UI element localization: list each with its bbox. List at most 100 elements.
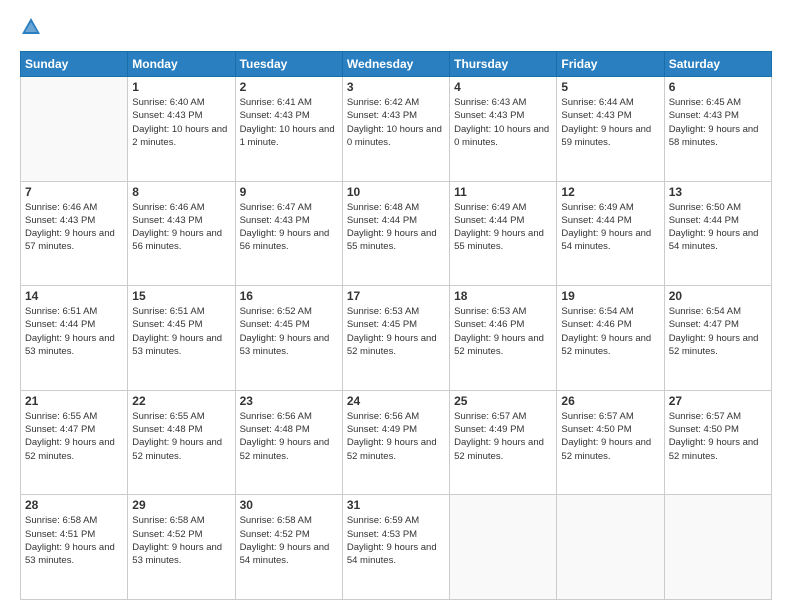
- day-info: Sunrise: 6:48 AMSunset: 4:44 PMDaylight:…: [347, 201, 445, 254]
- calendar-cell: 28 Sunrise: 6:58 AMSunset: 4:51 PMDayligh…: [21, 495, 128, 600]
- calendar-cell: 12 Sunrise: 6:49 AMSunset: 4:44 PMDayligh…: [557, 181, 664, 286]
- day-info: Sunrise: 6:51 AMSunset: 4:45 PMDaylight:…: [132, 305, 230, 358]
- day-number: 11: [454, 185, 552, 199]
- calendar-cell: 14 Sunrise: 6:51 AMSunset: 4:44 PMDayligh…: [21, 286, 128, 391]
- logo: [20, 16, 46, 43]
- day-info: Sunrise: 6:52 AMSunset: 4:45 PMDaylight:…: [240, 305, 338, 358]
- day-info: Sunrise: 6:46 AMSunset: 4:43 PMDaylight:…: [132, 201, 230, 254]
- day-info: Sunrise: 6:53 AMSunset: 4:46 PMDaylight:…: [454, 305, 552, 358]
- day-number: 1: [132, 80, 230, 94]
- day-info: Sunrise: 6:50 AMSunset: 4:44 PMDaylight:…: [669, 201, 767, 254]
- day-info: Sunrise: 6:47 AMSunset: 4:43 PMDaylight:…: [240, 201, 338, 254]
- day-number: 7: [25, 185, 123, 199]
- day-info: Sunrise: 6:40 AMSunset: 4:43 PMDaylight:…: [132, 96, 230, 149]
- calendar-cell: 2 Sunrise: 6:41 AMSunset: 4:43 PMDaylight…: [235, 77, 342, 182]
- calendar-week-row: 7 Sunrise: 6:46 AMSunset: 4:43 PMDaylight…: [21, 181, 772, 286]
- calendar-cell: 25Sunrise: 6:57 AMSunset: 4:49 PMDayligh…: [450, 390, 557, 495]
- calendar-week-row: 21Sunrise: 6:55 AMSunset: 4:47 PMDayligh…: [21, 390, 772, 495]
- calendar-cell: 31 Sunrise: 6:59 AMSunset: 4:53 PMDayligh…: [342, 495, 449, 600]
- calendar-cell: 24 Sunrise: 6:56 AMSunset: 4:49 PMDayligh…: [342, 390, 449, 495]
- day-number: 14: [25, 289, 123, 303]
- day-number: 2: [240, 80, 338, 94]
- day-info: Sunrise: 6:41 AMSunset: 4:43 PMDaylight:…: [240, 96, 338, 149]
- day-info: Sunrise: 6:56 AMSunset: 4:49 PMDaylight:…: [347, 410, 445, 463]
- day-number: 23: [240, 394, 338, 408]
- calendar-cell: 30Sunrise: 6:58 AMSunset: 4:52 PMDayligh…: [235, 495, 342, 600]
- day-number: 30: [240, 498, 338, 512]
- calendar-cell: [664, 495, 771, 600]
- day-info: Sunrise: 6:56 AMSunset: 4:48 PMDaylight:…: [240, 410, 338, 463]
- day-number: 16: [240, 289, 338, 303]
- calendar-week-row: 28 Sunrise: 6:58 AMSunset: 4:51 PMDayligh…: [21, 495, 772, 600]
- calendar-cell: 29 Sunrise: 6:58 AMSunset: 4:52 PMDayligh…: [128, 495, 235, 600]
- calendar-cell: 15 Sunrise: 6:51 AMSunset: 4:45 PMDayligh…: [128, 286, 235, 391]
- day-info: Sunrise: 6:59 AMSunset: 4:53 PMDaylight:…: [347, 514, 445, 567]
- day-number: 10: [347, 185, 445, 199]
- calendar-cell: 6 Sunrise: 6:45 AMSunset: 4:43 PMDaylight…: [664, 77, 771, 182]
- calendar-cell: 16 Sunrise: 6:52 AMSunset: 4:45 PMDayligh…: [235, 286, 342, 391]
- day-number: 24: [347, 394, 445, 408]
- calendar-cell: 20Sunrise: 6:54 AMSunset: 4:47 PMDayligh…: [664, 286, 771, 391]
- day-number: 22: [132, 394, 230, 408]
- day-info: Sunrise: 6:58 AMSunset: 4:51 PMDaylight:…: [25, 514, 123, 567]
- day-number: 17: [347, 289, 445, 303]
- day-info: Sunrise: 6:51 AMSunset: 4:44 PMDaylight:…: [25, 305, 123, 358]
- day-number: 5: [561, 80, 659, 94]
- calendar-cell: 19Sunrise: 6:54 AMSunset: 4:46 PMDayligh…: [557, 286, 664, 391]
- day-number: 13: [669, 185, 767, 199]
- calendar-cell: [557, 495, 664, 600]
- page: SundayMondayTuesdayWednesdayThursdayFrid…: [0, 0, 792, 612]
- day-number: 25: [454, 394, 552, 408]
- day-number: 28: [25, 498, 123, 512]
- calendar-cell: 27 Sunrise: 6:57 AMSunset: 4:50 PMDayligh…: [664, 390, 771, 495]
- weekday-header-thursday: Thursday: [450, 52, 557, 77]
- weekday-header-wednesday: Wednesday: [342, 52, 449, 77]
- day-number: 29: [132, 498, 230, 512]
- calendar-cell: 21Sunrise: 6:55 AMSunset: 4:47 PMDayligh…: [21, 390, 128, 495]
- day-info: Sunrise: 6:42 AMSunset: 4:43 PMDaylight:…: [347, 96, 445, 149]
- calendar-week-row: 1 Sunrise: 6:40 AMSunset: 4:43 PMDaylight…: [21, 77, 772, 182]
- weekday-header-friday: Friday: [557, 52, 664, 77]
- logo-icon: [20, 16, 42, 43]
- day-info: Sunrise: 6:45 AMSunset: 4:43 PMDaylight:…: [669, 96, 767, 149]
- calendar-table: SundayMondayTuesdayWednesdayThursdayFrid…: [20, 51, 772, 600]
- weekday-header-sunday: Sunday: [21, 52, 128, 77]
- day-info: Sunrise: 6:54 AMSunset: 4:46 PMDaylight:…: [561, 305, 659, 358]
- calendar-cell: 5 Sunrise: 6:44 AMSunset: 4:43 PMDaylight…: [557, 77, 664, 182]
- day-info: Sunrise: 6:43 AMSunset: 4:43 PMDaylight:…: [454, 96, 552, 149]
- calendar-week-row: 14 Sunrise: 6:51 AMSunset: 4:44 PMDayligh…: [21, 286, 772, 391]
- calendar-cell: 9Sunrise: 6:47 AMSunset: 4:43 PMDaylight…: [235, 181, 342, 286]
- day-info: Sunrise: 6:53 AMSunset: 4:45 PMDaylight:…: [347, 305, 445, 358]
- weekday-header-saturday: Saturday: [664, 52, 771, 77]
- day-number: 8: [132, 185, 230, 199]
- day-number: 4: [454, 80, 552, 94]
- calendar-cell: 3 Sunrise: 6:42 AMSunset: 4:43 PMDaylight…: [342, 77, 449, 182]
- day-number: 20: [669, 289, 767, 303]
- weekday-header-tuesday: Tuesday: [235, 52, 342, 77]
- calendar-cell: 10 Sunrise: 6:48 AMSunset: 4:44 PMDayligh…: [342, 181, 449, 286]
- day-number: 27: [669, 394, 767, 408]
- day-number: 3: [347, 80, 445, 94]
- day-number: 15: [132, 289, 230, 303]
- calendar-cell: 18 Sunrise: 6:53 AMSunset: 4:46 PMDayligh…: [450, 286, 557, 391]
- day-number: 6: [669, 80, 767, 94]
- day-info: Sunrise: 6:58 AMSunset: 4:52 PMDaylight:…: [132, 514, 230, 567]
- calendar-cell: 8 Sunrise: 6:46 AMSunset: 4:43 PMDaylight…: [128, 181, 235, 286]
- day-info: Sunrise: 6:57 AMSunset: 4:50 PMDaylight:…: [669, 410, 767, 463]
- day-info: Sunrise: 6:55 AMSunset: 4:48 PMDaylight:…: [132, 410, 230, 463]
- day-number: 31: [347, 498, 445, 512]
- weekday-header-monday: Monday: [128, 52, 235, 77]
- day-number: 21: [25, 394, 123, 408]
- day-info: Sunrise: 6:46 AMSunset: 4:43 PMDaylight:…: [25, 201, 123, 254]
- weekday-header-row: SundayMondayTuesdayWednesdayThursdayFrid…: [21, 52, 772, 77]
- calendar-cell: 1 Sunrise: 6:40 AMSunset: 4:43 PMDaylight…: [128, 77, 235, 182]
- calendar-cell: 13 Sunrise: 6:50 AMSunset: 4:44 PMDayligh…: [664, 181, 771, 286]
- day-info: Sunrise: 6:44 AMSunset: 4:43 PMDaylight:…: [561, 96, 659, 149]
- calendar-cell: 23 Sunrise: 6:56 AMSunset: 4:48 PMDayligh…: [235, 390, 342, 495]
- day-info: Sunrise: 6:49 AMSunset: 4:44 PMDaylight:…: [454, 201, 552, 254]
- day-number: 18: [454, 289, 552, 303]
- header: [20, 16, 772, 43]
- day-number: 12: [561, 185, 659, 199]
- day-info: Sunrise: 6:49 AMSunset: 4:44 PMDaylight:…: [561, 201, 659, 254]
- calendar-cell: 11 Sunrise: 6:49 AMSunset: 4:44 PMDayligh…: [450, 181, 557, 286]
